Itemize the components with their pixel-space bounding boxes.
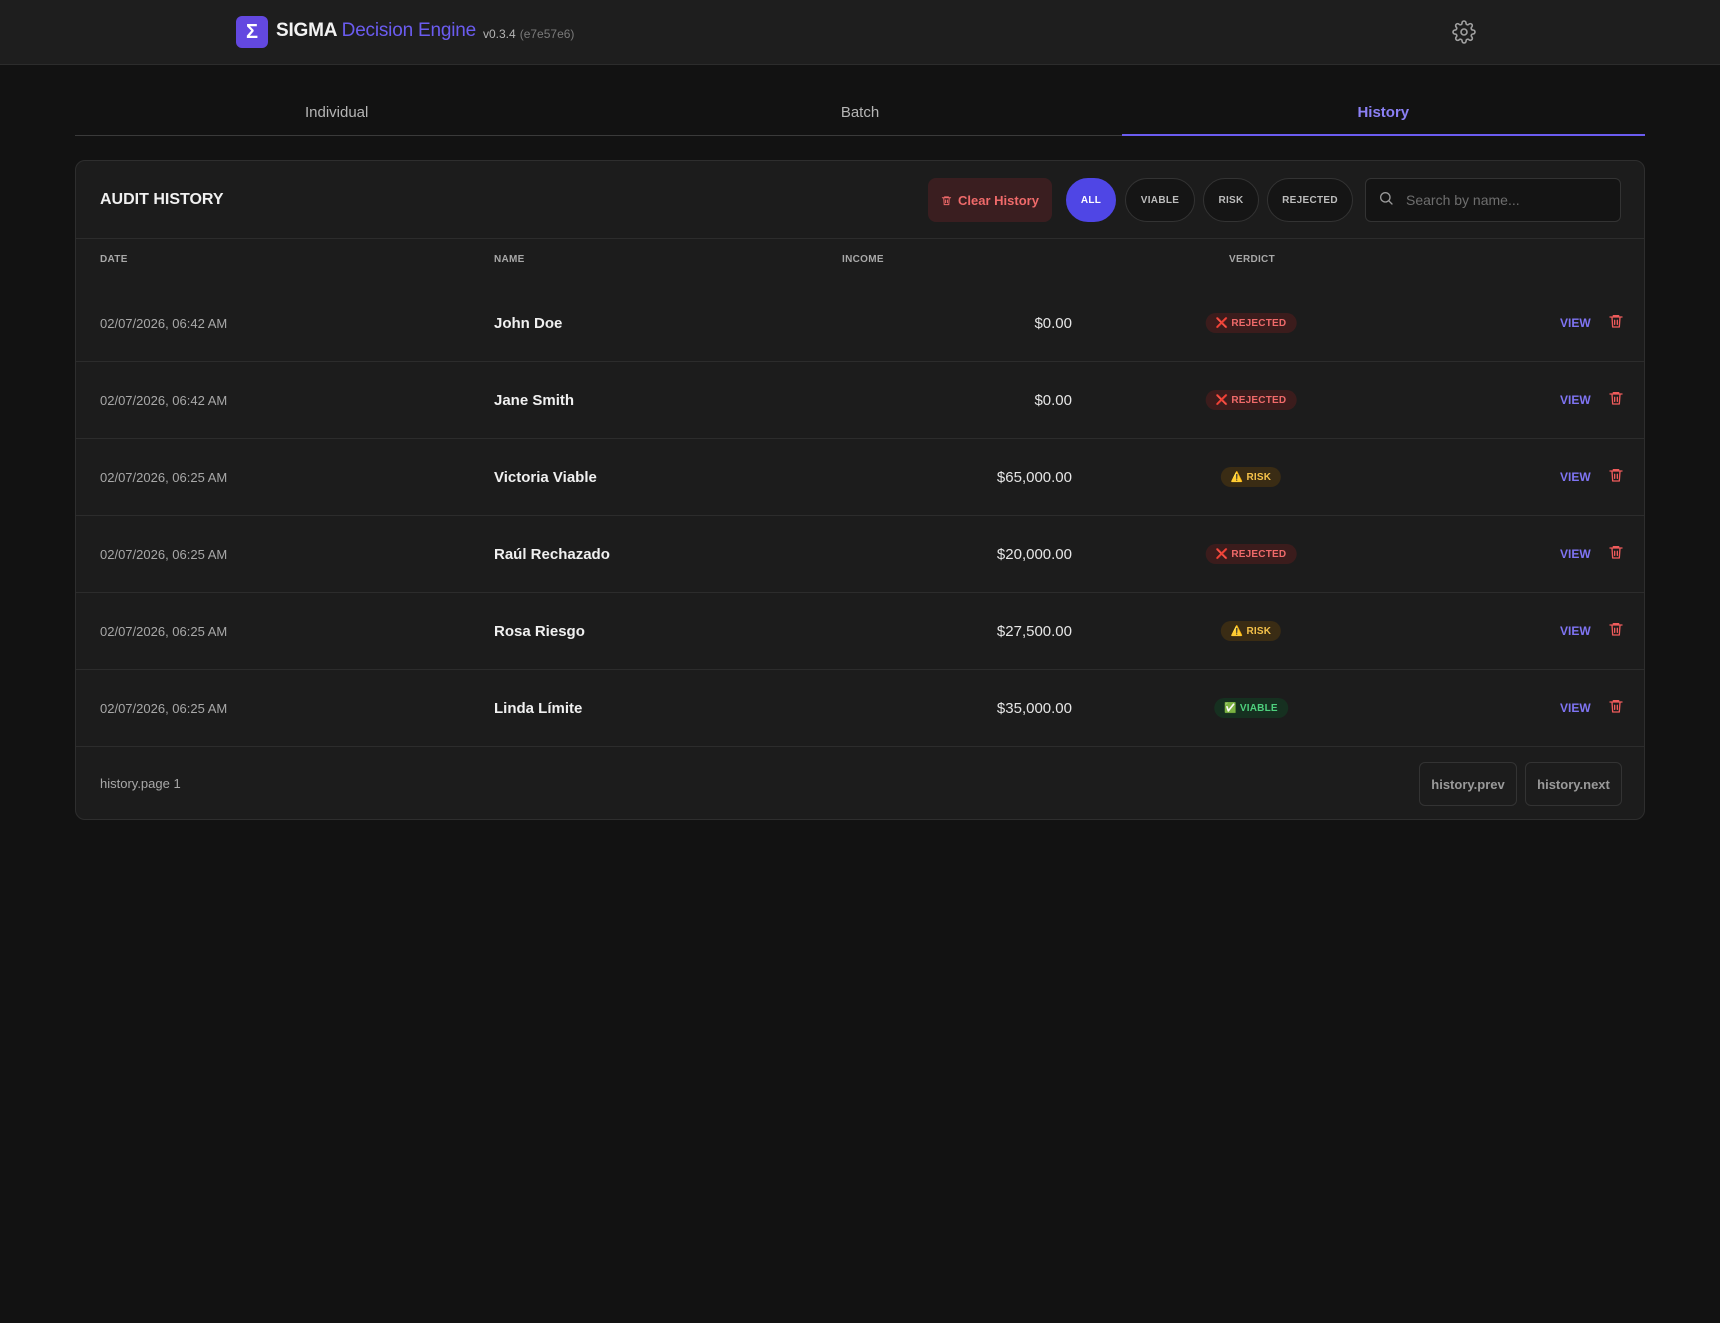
column-header-name: NAME [494, 254, 525, 265]
delete-trash-icon[interactable] [1608, 698, 1624, 714]
tab-individual[interactable]: Individual [75, 93, 598, 135]
table-row: 02/07/2026, 06:25 AM Raúl Rechazado $20,… [76, 516, 1644, 593]
delete-trash-icon[interactable] [1608, 467, 1624, 483]
cross-icon: ❌ [1215, 317, 1229, 329]
delete-trash-icon[interactable] [1608, 544, 1624, 560]
verdict-label: RISK [1246, 471, 1272, 483]
check-icon: ✅ [1224, 702, 1237, 714]
verdict-label: REJECTED [1231, 548, 1287, 560]
filter-viable-button[interactable]: VIABLE [1125, 178, 1195, 222]
row-name: Raúl Rechazado [494, 546, 610, 563]
page-indicator: history.page 1 [100, 776, 181, 791]
row-income: $20,000.00 [996, 546, 1072, 563]
row-name: John Doe [494, 315, 563, 332]
version-number: v0.3.4 [483, 27, 516, 41]
row-date: 02/07/2026, 06:25 AM [100, 701, 228, 716]
search-input[interactable] [1406, 179, 1612, 221]
warning-icon: ⚠️ [1230, 471, 1244, 483]
verdict-label: RISK [1246, 625, 1272, 637]
history-table-body: 02/07/2026, 06:42 AM John Doe $0.00 ❌ REJ… [76, 285, 1644, 747]
audit-history-card: AUDIT HISTORY Clear History ALL VIABLE R… [75, 160, 1645, 820]
column-header-income: INCOME [842, 254, 884, 265]
filter-risk-button[interactable]: RISK [1203, 178, 1259, 222]
tab-history[interactable]: History [1121, 93, 1646, 136]
verdict-label: REJECTED [1231, 394, 1287, 406]
verdict-badge: ❌ REJECTED [1205, 390, 1297, 410]
cross-icon: ❌ [1215, 394, 1229, 406]
verdict-badge: ✅ VIABLE [1214, 698, 1288, 718]
row-date: 02/07/2026, 06:42 AM [100, 393, 228, 408]
row-income: $0.00 [1034, 315, 1072, 332]
trash-icon [941, 195, 952, 205]
delete-trash-icon[interactable] [1608, 390, 1624, 406]
delete-trash-icon[interactable] [1608, 621, 1624, 637]
view-button[interactable]: VIEW [1560, 624, 1591, 638]
view-button[interactable]: VIEW [1560, 393, 1591, 407]
version-hash: (e7e57e6) [519, 27, 575, 41]
logo-glyph: Σ [245, 20, 258, 43]
row-income: $27,500.00 [996, 623, 1072, 640]
table-row: 02/07/2026, 06:42 AM Jane Smith $0.00 ❌ R… [76, 362, 1644, 439]
verdict-badge: ❌ REJECTED [1205, 544, 1297, 564]
delete-trash-icon[interactable] [1608, 313, 1624, 329]
clear-history-label: Clear History [958, 192, 1039, 208]
row-date: 02/07/2026, 06:25 AM [100, 624, 228, 639]
app-title: SIGMA Decision Engine [276, 20, 476, 42]
sigma-logo-icon: Σ [236, 16, 268, 48]
row-name: Jane Smith [494, 392, 575, 409]
search-field[interactable] [1365, 178, 1621, 222]
cross-icon: ❌ [1215, 548, 1229, 560]
view-button[interactable]: VIEW [1560, 701, 1591, 715]
warning-icon: ⚠️ [1230, 625, 1244, 637]
brand-accent: Decision Engine [341, 20, 477, 41]
table-row: 02/07/2026, 06:42 AM John Doe $0.00 ❌ REJ… [76, 285, 1644, 362]
view-button[interactable]: VIEW [1560, 547, 1591, 561]
table-row: 02/07/2026, 06:25 AM Victoria Viable $65… [76, 439, 1644, 516]
filter-all-button[interactable]: ALL [1066, 178, 1116, 222]
filter-rejected-button[interactable]: REJECTED [1267, 178, 1353, 222]
row-name: Victoria Viable [494, 469, 597, 486]
table-row: 02/07/2026, 06:25 AM Linda Límite $35,00… [76, 670, 1644, 747]
row-income: $35,000.00 [996, 700, 1072, 717]
brand-main: SIGMA [276, 20, 337, 41]
row-date: 02/07/2026, 06:25 AM [100, 470, 228, 485]
view-button[interactable]: VIEW [1560, 470, 1591, 484]
row-date: 02/07/2026, 06:42 AM [100, 316, 228, 331]
row-date: 02/07/2026, 06:25 AM [100, 547, 228, 562]
row-name: Rosa Riesgo [494, 623, 585, 640]
column-header-date: DATE [100, 254, 128, 265]
table-row: 02/07/2026, 06:25 AM Rosa Riesgo $27,500… [76, 593, 1644, 670]
version-label: v0.3.4 (e7e57e6) [483, 27, 574, 41]
verdict-label: VIABLE [1239, 702, 1278, 714]
verdict-badge: ⚠️ RISK [1220, 467, 1282, 487]
main-tabs: Individual Batch History [75, 93, 1646, 136]
gear-icon[interactable] [1452, 20, 1476, 44]
view-button[interactable]: VIEW [1560, 316, 1591, 330]
clear-history-button[interactable]: Clear History [928, 178, 1052, 222]
verdict-badge: ⚠️ RISK [1220, 621, 1282, 641]
row-income: $65,000.00 [996, 469, 1072, 486]
search-icon [1380, 192, 1393, 205]
top-bar: Σ SIGMA Decision Engine v0.3.4 (e7e57e6) [0, 0, 1720, 65]
card-title: AUDIT HISTORY [100, 191, 224, 208]
tab-batch[interactable]: Batch [598, 93, 1121, 135]
prev-page-button[interactable]: history.prev [1419, 762, 1517, 806]
card-header: AUDIT HISTORY Clear History ALL VIABLE R… [76, 161, 1644, 239]
pagination-footer: history.page 1 history.prev history.next [76, 745, 1644, 819]
verdict-badge: ❌ REJECTED [1205, 313, 1297, 333]
row-income: $0.00 [1034, 392, 1072, 409]
column-header-verdict: VERDICT [1229, 254, 1275, 265]
row-name: Linda Límite [494, 700, 583, 717]
next-page-button[interactable]: history.next [1525, 762, 1622, 806]
verdict-label: REJECTED [1231, 317, 1287, 329]
